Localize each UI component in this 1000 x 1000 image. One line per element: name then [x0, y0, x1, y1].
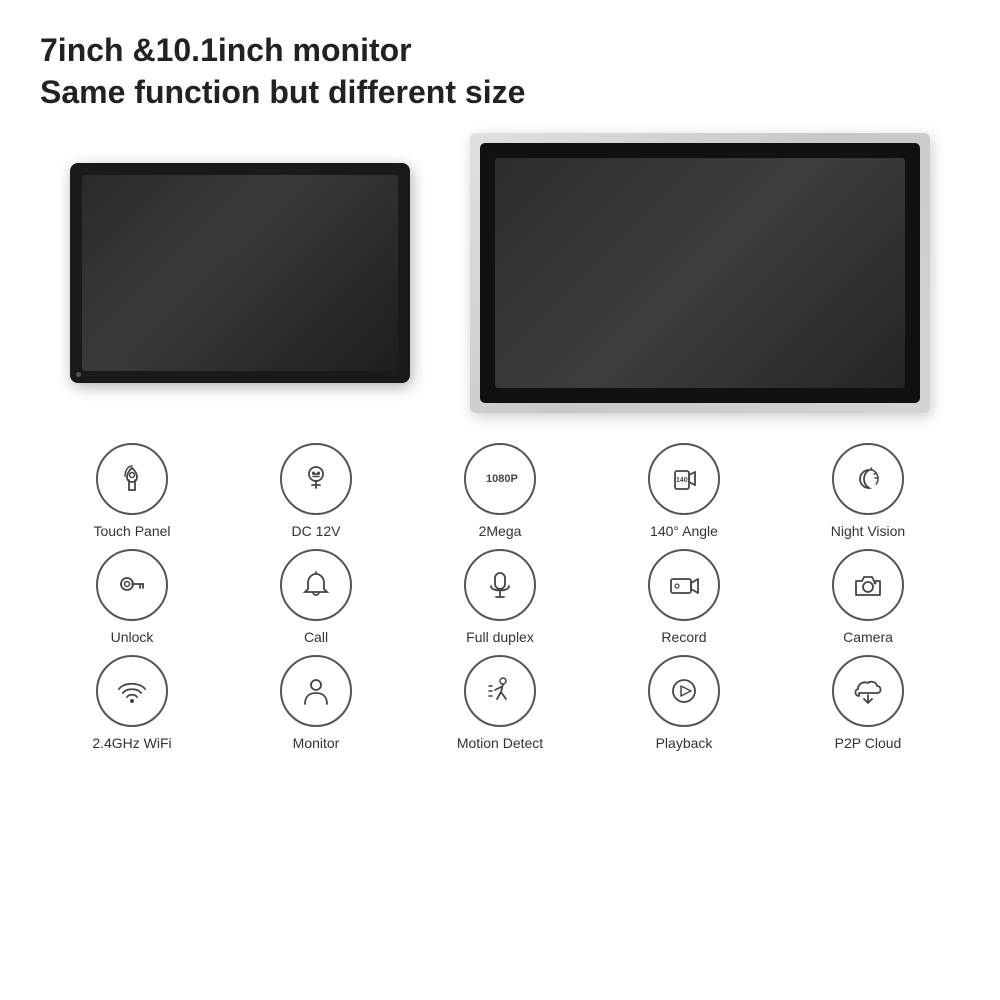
features-row-2: Unlock Call [40, 549, 960, 645]
touch-panel-icon-circle [96, 443, 168, 515]
feature-playback: Playback [609, 655, 759, 751]
night-vision-icon [849, 460, 887, 498]
dc-12v-icon [297, 460, 335, 498]
monitors-section [40, 133, 960, 413]
2mega-icon: 1080P [481, 460, 519, 498]
record-icon-circle [648, 549, 720, 621]
camera-label: Camera [843, 629, 893, 645]
feature-motion-detect: Motion Detect [425, 655, 575, 751]
features-row-1: Touch Panel DC 12V [40, 443, 960, 539]
large-monitor-screen [495, 158, 905, 388]
full-duplex-icon [481, 566, 519, 604]
playback-label: Playback [656, 735, 713, 751]
record-label: Record [661, 629, 706, 645]
wifi-label: 2.4GHz WiFi [92, 735, 171, 751]
p2p-cloud-icon-circle [832, 655, 904, 727]
touch-panel-icon [113, 460, 151, 498]
monitor-label: Monitor [293, 735, 340, 751]
monitor-person-icon [297, 672, 335, 710]
wifi-icon-circle [96, 655, 168, 727]
feature-2mega: 1080P 2Mega [425, 443, 575, 539]
dc-12v-icon-circle [280, 443, 352, 515]
feature-touch-panel: Touch Panel [57, 443, 207, 539]
dc-12v-label: DC 12V [291, 523, 340, 539]
wifi-icon [113, 672, 151, 710]
feature-wifi: 2.4GHz WiFi [57, 655, 207, 751]
call-icon-circle [280, 549, 352, 621]
feature-night-vision: Night Vision [793, 443, 943, 539]
small-monitor-dot [76, 372, 81, 377]
feature-call: Call [241, 549, 391, 645]
full-duplex-icon-circle [464, 549, 536, 621]
2mega-label: 2Mega [479, 523, 522, 539]
call-icon [297, 566, 335, 604]
small-monitor-screen [82, 175, 398, 371]
svg-text:1080P: 1080P [486, 473, 518, 485]
small-monitor [70, 163, 410, 383]
svg-text:140°: 140° [676, 476, 691, 484]
feature-camera: Camera [793, 549, 943, 645]
140-angle-icon-circle: 140° [648, 443, 720, 515]
feature-monitor: Monitor [241, 655, 391, 751]
unlock-icon [113, 566, 151, 604]
unlock-icon-circle [96, 549, 168, 621]
title-line2: Same function but different size [40, 72, 960, 114]
features-section: Touch Panel DC 12V [40, 443, 960, 980]
playback-icon [665, 672, 703, 710]
feature-dc-12v: DC 12V [241, 443, 391, 539]
large-monitor-wrapper [470, 133, 930, 413]
motion-detect-icon [481, 672, 519, 710]
p2p-cloud-label: P2P Cloud [835, 735, 902, 751]
night-vision-icon-circle [832, 443, 904, 515]
motion-detect-icon-circle [464, 655, 536, 727]
record-icon [665, 566, 703, 604]
feature-p2p-cloud: P2P Cloud [793, 655, 943, 751]
motion-detect-label: Motion Detect [457, 735, 543, 751]
title-line1: 7inch &10.1inch monitor [40, 30, 960, 72]
2mega-icon-circle: 1080P [464, 443, 536, 515]
call-label: Call [304, 629, 328, 645]
140-angle-icon: 140° [665, 460, 703, 498]
140-angle-label: 140° Angle [650, 523, 718, 539]
title-section: 7inch &10.1inch monitor Same function bu… [40, 30, 960, 113]
camera-icon-circle [832, 549, 904, 621]
unlock-label: Unlock [111, 629, 154, 645]
monitor-icon-circle [280, 655, 352, 727]
full-duplex-label: Full duplex [466, 629, 534, 645]
p2p-cloud-icon [849, 672, 887, 710]
large-monitor [480, 143, 920, 403]
touch-panel-label: Touch Panel [93, 523, 170, 539]
feature-record: Record [609, 549, 759, 645]
feature-full-duplex: Full duplex [425, 549, 575, 645]
night-vision-label: Night Vision [831, 523, 905, 539]
feature-140-angle: 140° 140° Angle [609, 443, 759, 539]
playback-icon-circle [648, 655, 720, 727]
features-row-3: 2.4GHz WiFi Monitor [40, 655, 960, 751]
camera-icon [849, 566, 887, 604]
feature-unlock: Unlock [57, 549, 207, 645]
